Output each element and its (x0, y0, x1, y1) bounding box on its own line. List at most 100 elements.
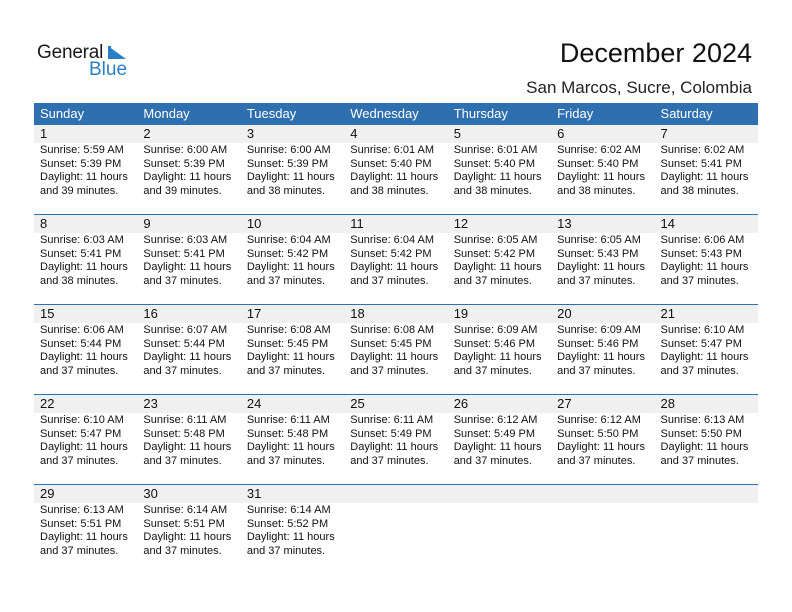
day-info-row: Sunrise: 6:03 AM Sunset: 5:41 PM Daylight:… (34, 233, 758, 288)
sunrise-text: Sunrise: 6:14 AM (143, 504, 228, 516)
week-row: 22 23 24 25 26 27 28 Sunrise: 6:10 AM Sunset: 5:… (34, 394, 758, 484)
sunset-text: Sunset: 5:41 PM (40, 247, 122, 260)
day-cell: Sunrise: 6:12 AM Sunset: 5:50 PM Daylight:… (551, 413, 654, 468)
daylight-minutes-text: and 37 minutes. (453, 274, 532, 287)
day-number-row: 22 23 24 25 26 27 28 (34, 395, 758, 413)
weekday-saturday: Saturday (660, 106, 713, 121)
daylight-text: Daylight: 11 hours (660, 171, 749, 184)
day-number: 19 (453, 306, 469, 321)
sunrise-text: Sunrise: 6:01 AM (350, 144, 435, 156)
daylight-minutes-text: and 37 minutes. (246, 544, 326, 557)
weekday-sunday: Sunday (40, 106, 85, 121)
daylight-text: Daylight: 11 hours (557, 171, 645, 184)
daylight-text: Daylight: 11 hours (143, 531, 232, 544)
daylight-minutes-text: and 38 minutes. (40, 274, 119, 287)
sunset-text: Sunset: 5:42 PM (453, 247, 536, 260)
day-number-row: 8 9 10 11 12 13 14 (34, 215, 758, 233)
day-number: 22 (40, 396, 55, 411)
daylight-minutes-text: and 37 minutes. (143, 364, 222, 377)
daylight-text: Daylight: 11 hours (143, 351, 232, 364)
day-number: 11 (350, 216, 364, 231)
sunset-text: Sunset: 5:40 PM (453, 157, 536, 170)
sunrise-text: Sunrise: 6:08 AM (350, 324, 435, 336)
daylight-text: Daylight: 11 hours (350, 351, 439, 364)
day-cell: Sunrise: 6:04 AM Sunset: 5:42 PM Daylight:… (344, 233, 447, 288)
sunrise-text: Sunrise: 6:00 AM (246, 144, 331, 156)
day-number: 31 (246, 486, 262, 501)
daylight-text: Daylight: 11 hours (660, 261, 749, 274)
week-row: 29 30 31 Sunrise: 6:13 AM Sunset: 5:51 PM Day… (34, 484, 758, 574)
daylight-minutes-text: and 37 minutes. (557, 454, 636, 467)
daylight-minutes-text: and 37 minutes. (660, 454, 739, 467)
sunset-text: Sunset: 5:51 PM (40, 517, 122, 530)
day-cell: Sunrise: 6:00 AM Sunset: 5:39 PM Daylight:… (241, 143, 344, 198)
day-number: 10 (246, 216, 262, 231)
daylight-minutes-text: and 38 minutes. (453, 184, 532, 197)
sunrise-text: Sunrise: 6:11 AM (143, 414, 227, 426)
day-number-row: 29 30 31 (34, 485, 758, 503)
day-number: 5 (453, 126, 461, 141)
day-cell: Sunrise: 6:04 AM Sunset: 5:42 PM Daylight:… (241, 233, 344, 288)
daylight-minutes-text: and 37 minutes. (660, 274, 739, 287)
page-title: December 2024 (559, 38, 752, 68)
sunrise-text: Sunrise: 6:05 AM (453, 234, 538, 246)
day-number (344, 485, 447, 503)
sunrise-text: Sunrise: 6:09 AM (557, 324, 641, 336)
daylight-text: Daylight: 11 hours (143, 441, 232, 454)
sunrise-text: Sunrise: 6:02 AM (557, 144, 641, 156)
daylight-minutes-text: and 38 minutes. (350, 184, 429, 197)
day-cell: Sunrise: 6:07 AM Sunset: 5:44 PM Daylight:… (137, 323, 240, 378)
day-cell: Sunrise: 6:09 AM Sunset: 5:46 PM Daylight:… (448, 323, 551, 378)
day-cell: Sunrise: 6:00 AM Sunset: 5:39 PM Daylight:… (137, 143, 240, 198)
daylight-minutes-text: and 37 minutes. (143, 274, 222, 287)
day-number: 1 (40, 126, 48, 141)
daylight-minutes-text: and 37 minutes. (40, 364, 119, 377)
day-cell: Sunrise: 6:11 AM Sunset: 5:48 PM Daylight:… (241, 413, 344, 468)
day-cell: Sunrise: 6:08 AM Sunset: 5:45 PM Daylight:… (241, 323, 344, 378)
day-number: 12 (453, 216, 469, 231)
day-number: 20 (557, 306, 572, 321)
sunrise-text: Sunrise: 6:00 AM (143, 144, 228, 156)
day-cell: Sunrise: 6:05 AM Sunset: 5:42 PM Daylight:… (448, 233, 551, 288)
daylight-text: Daylight: 11 hours (453, 441, 542, 454)
day-cell: Sunrise: 6:05 AM Sunset: 5:43 PM Daylight:… (551, 233, 654, 288)
daylight-minutes-text: and 37 minutes. (246, 454, 326, 467)
sunset-text: Sunset: 5:48 PM (246, 427, 329, 440)
sunrise-text: Sunrise: 6:08 AM (246, 324, 331, 336)
sunrise-text: Sunrise: 5:59 AM (40, 144, 124, 156)
sunrise-text: Sunrise: 6:11 AM (350, 414, 434, 426)
day-number: 15 (40, 306, 55, 321)
sunset-text: Sunset: 5:41 PM (143, 247, 225, 260)
weekday-monday: Monday (143, 106, 190, 121)
daylight-text: Daylight: 11 hours (143, 171, 232, 184)
sunrise-text: Sunrise: 6:04 AM (350, 234, 435, 246)
day-number: 3 (246, 126, 255, 141)
day-cell: Sunrise: 6:14 AM Sunset: 5:52 PM Daylight:… (241, 503, 344, 558)
day-number: 2 (143, 126, 151, 141)
day-cell: Sunrise: 6:03 AM Sunset: 5:41 PM Daylight:… (137, 233, 240, 288)
daylight-text: Daylight: 11 hours (246, 261, 335, 274)
sunrise-text: Sunrise: 6:03 AM (40, 234, 124, 246)
sunrise-text: Sunrise: 6:02 AM (660, 144, 745, 156)
sunrise-text: Sunrise: 6:06 AM (660, 234, 745, 246)
sunset-text: Sunset: 5:50 PM (557, 427, 639, 440)
day-cell: Sunrise: 6:10 AM Sunset: 5:47 PM Daylight:… (34, 413, 137, 468)
day-cell: Sunrise: 5:59 AM Sunset: 5:39 PM Daylight:… (34, 143, 137, 198)
day-number: 24 (246, 396, 262, 411)
day-cell: Sunrise: 6:11 AM Sunset: 5:48 PM Daylight:… (137, 413, 240, 468)
day-cell: Sunrise: 6:09 AM Sunset: 5:46 PM Daylight:… (551, 323, 654, 378)
sunset-text: Sunset: 5:40 PM (557, 157, 639, 170)
sunrise-text: Sunrise: 6:06 AM (40, 324, 124, 336)
sunset-text: Sunset: 5:40 PM (350, 157, 432, 170)
weekday-wednesday: Wednesday (350, 106, 419, 121)
day-number: 6 (557, 126, 565, 141)
daylight-text: Daylight: 11 hours (143, 261, 232, 274)
sunset-text: Sunset: 5:46 PM (453, 337, 536, 350)
sunrise-text: Sunrise: 6:13 AM (40, 504, 124, 516)
day-cell (344, 503, 447, 558)
day-number-row: 15 16 17 18 19 20 21 (34, 305, 758, 323)
day-number-row: 1 2 3 4 5 6 7 (34, 125, 758, 143)
sunset-text: Sunset: 5:47 PM (660, 337, 742, 350)
daylight-minutes-text: and 39 minutes. (143, 184, 222, 197)
daylight-text: Daylight: 11 hours (246, 351, 335, 364)
